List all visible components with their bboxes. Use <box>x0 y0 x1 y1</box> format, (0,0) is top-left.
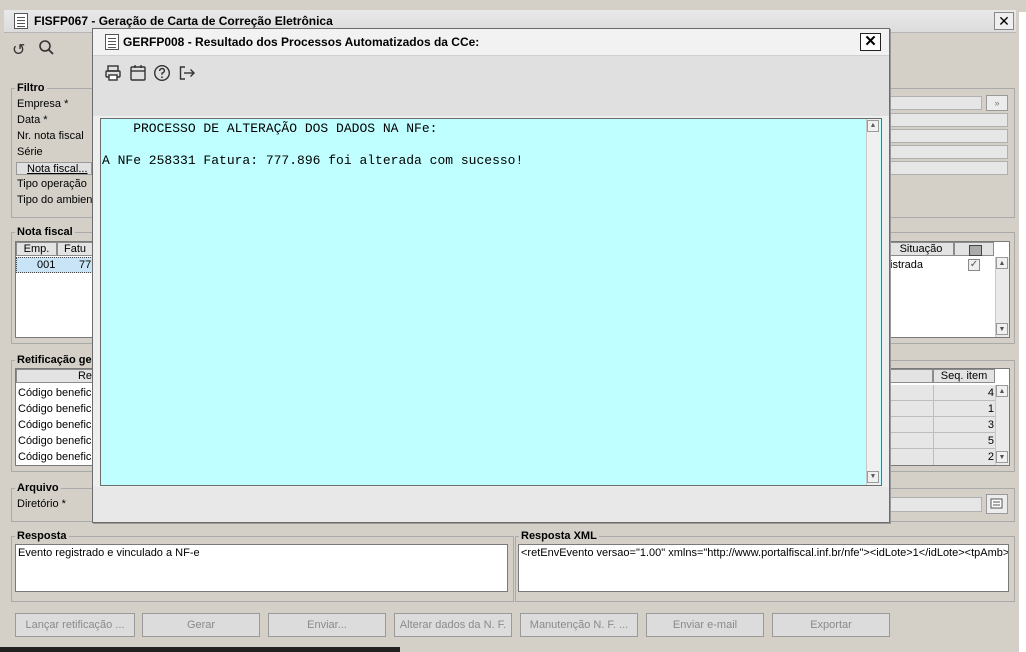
col-fatura-header[interactable]: Fatu <box>57 242 93 256</box>
dialog-title: GERFP008 - Resultado dos Processos Autom… <box>123 35 480 49</box>
empresa-field[interactable] <box>888 96 982 110</box>
document-icon <box>14 13 28 29</box>
folder-icon <box>990 498 1003 509</box>
exit-icon[interactable] <box>178 64 196 85</box>
tipo-operacao-label: Tipo operação <box>17 178 87 190</box>
nota-fiscal-legend: Nota fiscal <box>15 226 75 238</box>
window-edge <box>1019 12 1026 652</box>
row-emp: 001 <box>37 259 56 271</box>
exportar-button[interactable]: Exportar <box>772 613 890 637</box>
manutencao-nf-button[interactable]: Manutenção N. F. ... <box>520 613 638 637</box>
retificacao-row-label[interactable]: Código benefic <box>18 402 91 416</box>
data-label: Data * <box>17 114 48 126</box>
process-heading: PROCESSO DE ALTERAÇÃO DOS DADOS NA NFe: <box>102 121 438 136</box>
search-icon[interactable] <box>38 39 55 61</box>
filtro-legend: Filtro <box>15 82 47 94</box>
grid-line <box>888 416 995 417</box>
refresh-icon[interactable]: ↺ <box>12 40 25 60</box>
resposta-textbox[interactable]: Evento registrado e vinculado a NF-e <box>15 544 508 592</box>
folder-browse-button[interactable] <box>986 494 1008 514</box>
col-seq-header[interactable]: Seq. item <box>933 369 995 383</box>
nota-fiscal-scrollbar[interactable]: ▲ ▼ <box>995 257 1009 337</box>
dialog-close-button[interactable]: ✕ <box>860 33 881 51</box>
scroll-down-arrow-icon[interactable]: ▼ <box>996 451 1008 463</box>
dialog-toolbar <box>93 55 889 116</box>
row-fatura: 77 <box>79 259 92 271</box>
checkbox-header-icon <box>969 245 982 256</box>
row-situacao: istrada <box>890 259 924 271</box>
empresa-label: Empresa * <box>17 98 69 110</box>
result-dialog: GERFP008 - Resultado dos Processos Autom… <box>92 28 890 523</box>
nota-fiscal-row-selected[interactable]: 001 77 <box>16 257 93 273</box>
data-field[interactable] <box>888 113 1008 127</box>
seq-item-cell: 3 <box>987 419 994 431</box>
seq-item-cell: 1 <box>987 403 994 415</box>
grid-line <box>888 400 995 401</box>
diretorio-label: Diretório * <box>17 498 66 510</box>
row-checkbox[interactable]: ✓ <box>968 259 980 271</box>
diretorio-field[interactable] <box>888 497 982 512</box>
grid-line <box>888 448 995 449</box>
print-icon[interactable] <box>104 64 122 85</box>
enviar-button[interactable]: Enviar... <box>268 613 386 637</box>
col-re-header[interactable]: Re <box>16 369 94 383</box>
help-icon[interactable] <box>153 64 171 85</box>
nr-nota-fiscal-label: Nr. nota fiscal <box>17 130 84 142</box>
seq-item-cell: 4 <box>987 387 994 399</box>
scroll-down-arrow-icon[interactable]: ▼ <box>867 471 879 483</box>
scroll-up-arrow-icon[interactable]: ▲ <box>996 257 1008 269</box>
resposta-xml-textbox[interactable]: <retEnvEvento versao="1.00" xmlns="http:… <box>518 544 1009 592</box>
retificacao-row-label[interactable]: Código benefic <box>18 450 91 464</box>
arquivo-legend: Arquivo <box>15 482 61 494</box>
resposta-legend: Resposta <box>15 530 69 542</box>
col-blank-header[interactable] <box>888 369 933 383</box>
retificacao-row-label[interactable]: Código benefic <box>18 386 91 400</box>
taskbar-strip <box>0 647 400 652</box>
seq-item-cell: 2 <box>987 451 994 463</box>
retificacao-legend: Retificação ge <box>15 354 94 366</box>
main-close-button[interactable]: ✕ <box>994 12 1014 30</box>
nota-fiscal-lookup-button[interactable]: Nota fiscal... <box>16 162 92 175</box>
empresa-lookup-button[interactable]: » <box>986 95 1008 111</box>
document-icon <box>105 34 119 50</box>
enviar-email-button[interactable]: Enviar e-mail <box>646 613 764 637</box>
seq-item-cell: 5 <box>987 435 994 447</box>
alterar-dados-button[interactable]: Alterar dados da N. F. <box>394 613 512 637</box>
calendar-icon[interactable] <box>129 64 147 85</box>
scroll-down-arrow-icon[interactable]: ▼ <box>996 323 1008 335</box>
gerar-button[interactable]: Gerar <box>142 613 260 637</box>
col-situacao-header[interactable]: Situação <box>888 242 954 256</box>
scroll-up-arrow-icon[interactable]: ▲ <box>867 120 879 132</box>
result-scrollbar[interactable]: ▲ ▼ <box>866 119 880 485</box>
scroll-up-arrow-icon[interactable]: ▲ <box>996 385 1008 397</box>
grid-line <box>888 432 995 433</box>
col-select-header[interactable] <box>954 242 994 256</box>
dialog-titlebar: GERFP008 - Resultado dos Processos Autom… <box>93 29 889 55</box>
retificacao-scrollbar[interactable]: ▲ ▼ <box>995 385 1009 465</box>
dialog-footer <box>93 487 889 522</box>
tipo-ambiente-label: Tipo do ambient <box>17 194 96 206</box>
retificacao-row-label[interactable]: Código benefic <box>18 434 91 448</box>
result-text-area[interactable]: PROCESSO DE ALTERAÇÃO DOS DADOS NA NFe: … <box>100 118 882 486</box>
resposta-xml-legend: Resposta XML <box>519 530 599 542</box>
retificacao-row-label[interactable]: Código benefic <box>18 418 91 432</box>
lancar-retificacao-button[interactable]: Lançar retificação ... <box>15 613 135 637</box>
main-window-title: FISFP067 - Geração de Carta de Correção … <box>34 14 333 28</box>
process-result-message: A NFe 258331 Fatura: 777.896 foi alterad… <box>102 153 524 168</box>
col-emp-header[interactable]: Emp. <box>16 242 57 256</box>
serie-label: Série <box>17 146 43 158</box>
